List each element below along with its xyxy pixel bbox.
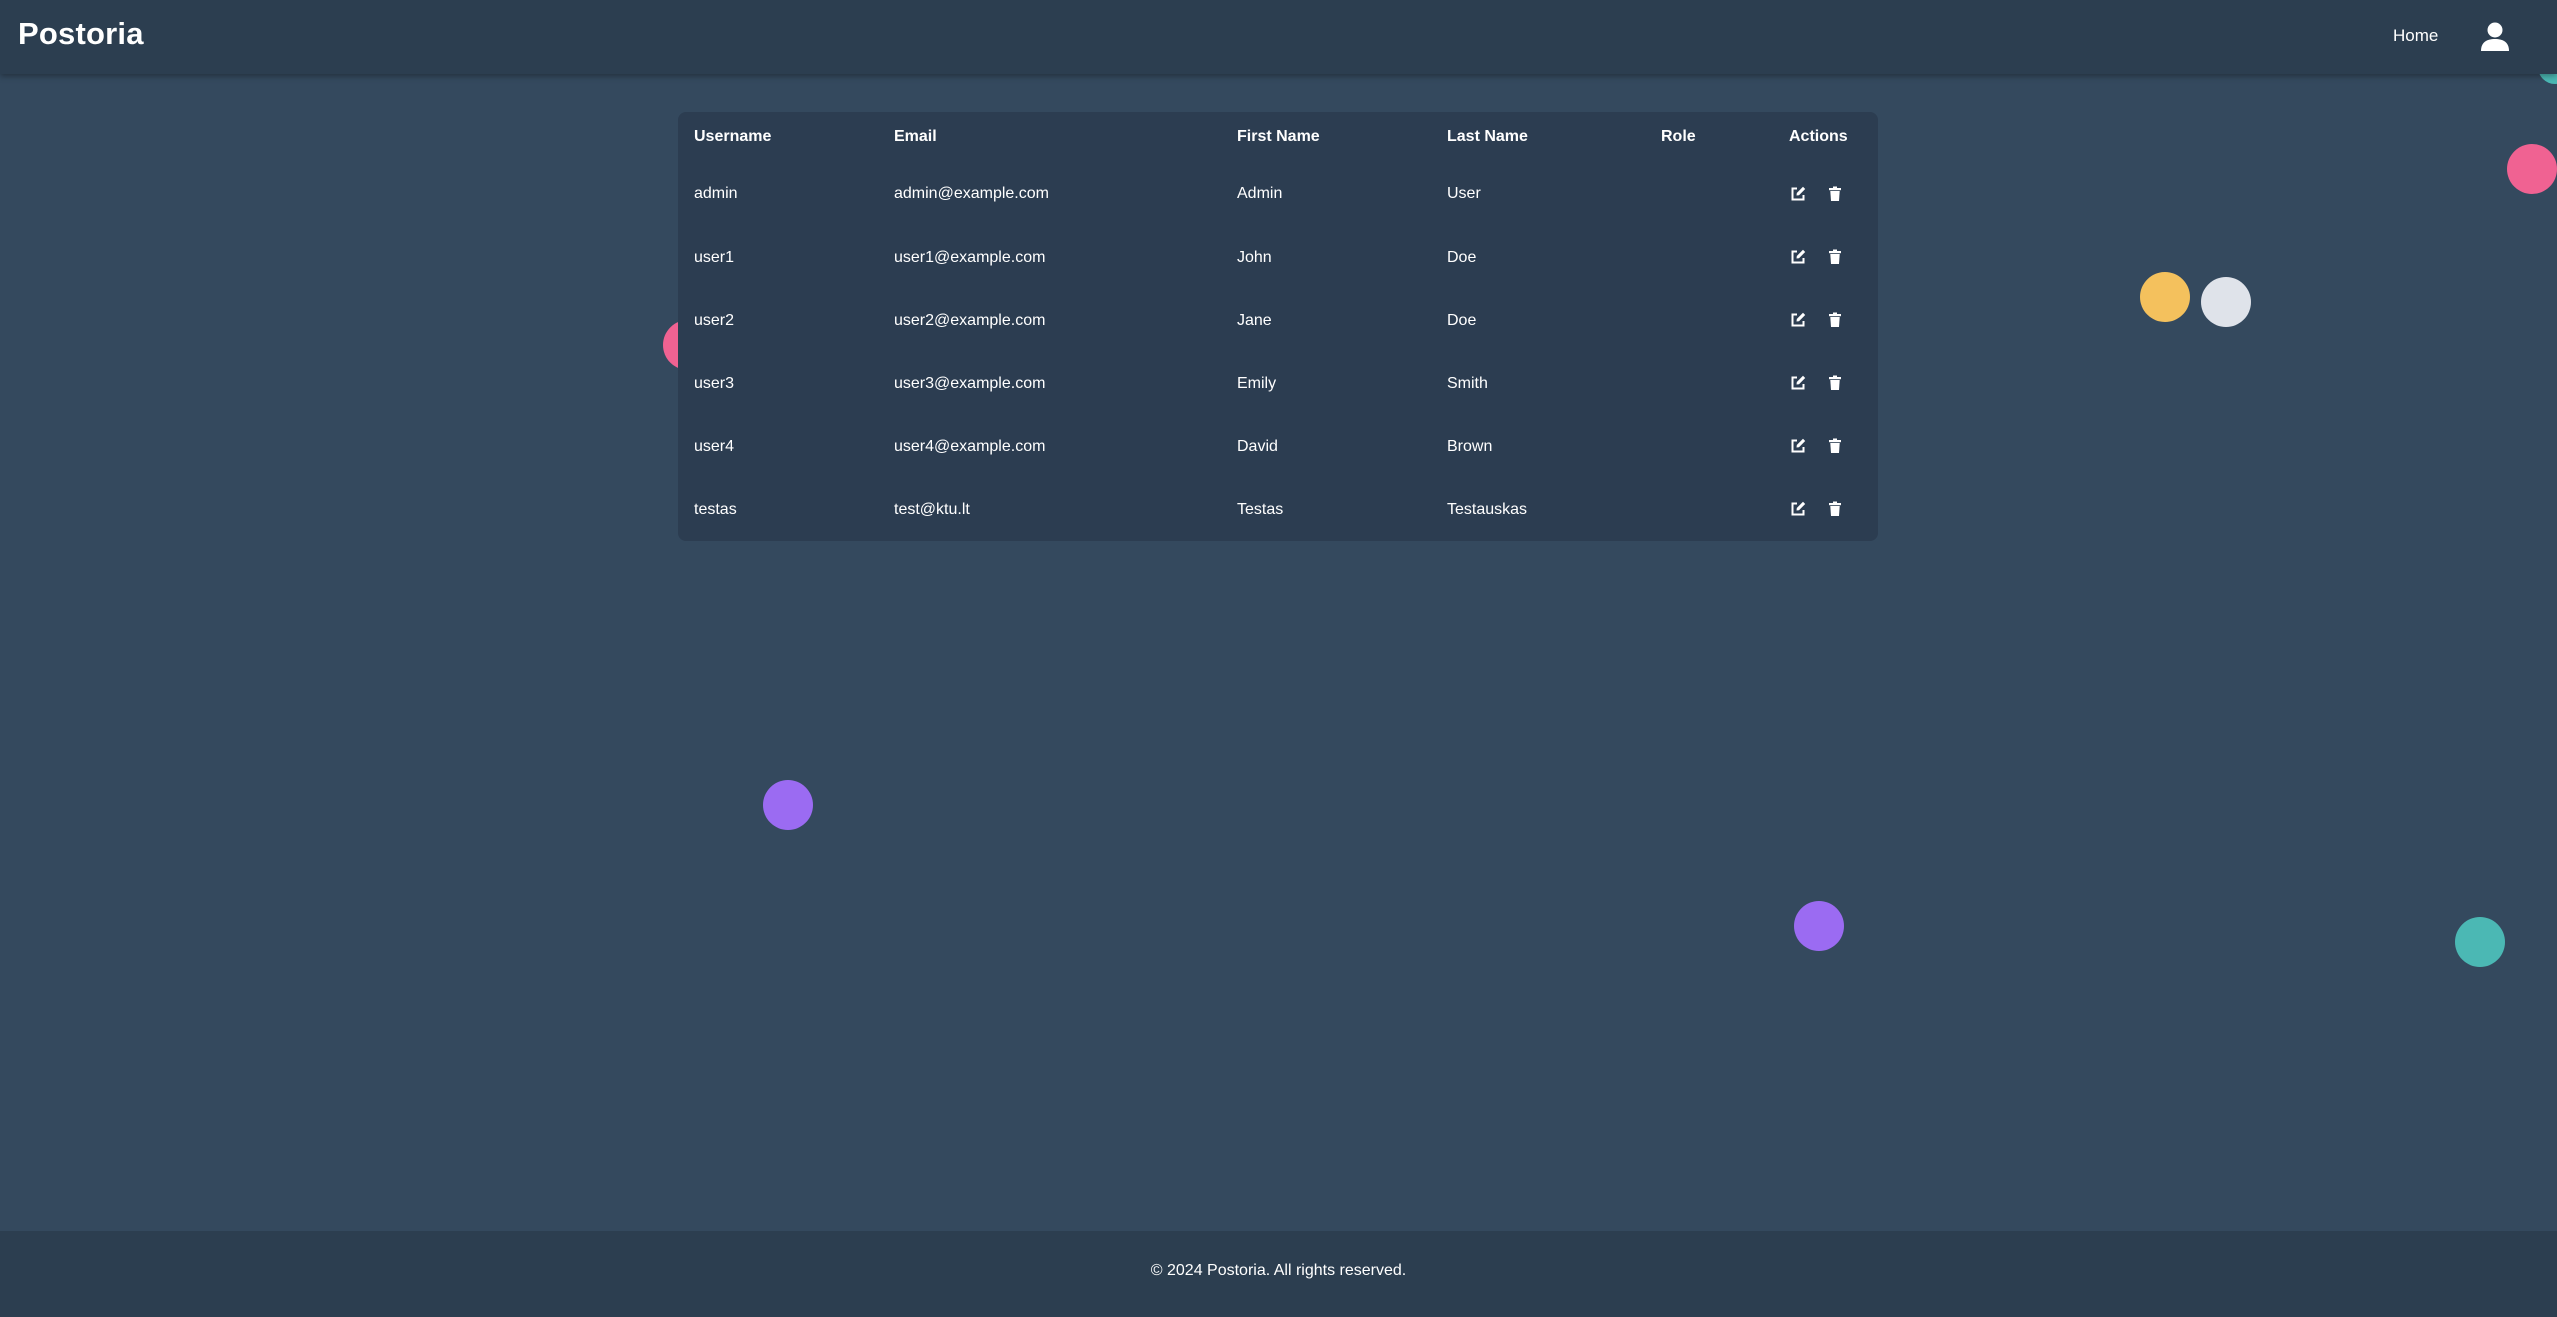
decorative-bubble — [2455, 917, 2505, 967]
cell-last-name: Smith — [1447, 374, 1488, 392]
cell-last-name: Doe — [1447, 311, 1477, 329]
page-footer: © 2024 Postoria. All rights reserved. — [0, 1231, 2557, 1317]
edit-button[interactable] — [1789, 311, 1807, 329]
cell-email: user2@example.com — [894, 311, 1046, 329]
brand-logo[interactable]: Postoria — [18, 16, 144, 52]
column-header-email: Email — [894, 128, 937, 145]
cell-email: test@ktu.lt — [894, 500, 970, 518]
edit-button[interactable] — [1789, 185, 1807, 203]
user-icon — [2481, 22, 2509, 51]
cell-last-name: User — [1447, 185, 1481, 202]
decorative-bubble — [2507, 144, 2557, 194]
cell-email: user1@example.com — [894, 248, 1046, 266]
edit-button[interactable] — [1789, 374, 1807, 392]
decorative-bubble — [2140, 272, 2190, 322]
cell-username: user1 — [694, 248, 735, 266]
column-header-role: Role — [1661, 128, 1696, 145]
cell-role — [1645, 226, 1773, 289]
decorative-bubble — [763, 780, 813, 830]
edit-button[interactable] — [1789, 500, 1807, 518]
cell-last-name: Testauskas — [1447, 500, 1528, 518]
edit-icon — [1791, 186, 1806, 201]
cell-role — [1645, 415, 1773, 478]
table-row: user3 user3@example.com Emily Smith — [678, 352, 1878, 415]
footer-copyright: © 2024 Postoria. All rights reserved. — [1150, 1262, 1407, 1279]
cell-actions — [1773, 226, 1878, 289]
users-table: Username Email First Name Last Name Role… — [678, 112, 1878, 541]
column-header-username: Username — [694, 128, 772, 145]
cell-role — [1645, 162, 1773, 226]
trash-icon — [1829, 501, 1842, 517]
cell-username: admin — [694, 185, 738, 202]
decorative-bubble — [1794, 901, 1844, 951]
cell-first-name: John — [1237, 248, 1272, 266]
table-row: user1 user1@example.com John Doe — [678, 226, 1878, 289]
cell-role — [1645, 478, 1773, 541]
trash-icon — [1829, 375, 1842, 391]
user-menu-button[interactable] — [2478, 20, 2512, 54]
column-header-first-name: First Name — [1237, 128, 1320, 145]
trash-icon — [1829, 186, 1842, 201]
delete-button[interactable] — [1826, 185, 1844, 203]
users-table-card: Username Email First Name Last Name Role… — [678, 112, 1878, 541]
column-header-actions: Actions — [1789, 128, 1848, 145]
cell-actions — [1773, 415, 1878, 478]
cell-actions — [1773, 478, 1878, 541]
cell-email: user3@example.com — [894, 374, 1046, 392]
table-row: testas test@ktu.lt Testas Testauskas — [678, 478, 1878, 541]
trash-icon — [1829, 249, 1842, 265]
edit-icon — [1791, 250, 1806, 264]
cell-username: testas — [694, 500, 737, 518]
table-row: admin admin@example.com Admin User — [678, 162, 1878, 226]
cell-actions — [1773, 289, 1878, 352]
cell-last-name: Brown — [1447, 437, 1493, 455]
cell-email: admin@example.com — [894, 185, 1049, 202]
delete-button[interactable] — [1826, 374, 1844, 392]
cell-first-name: David — [1237, 437, 1278, 455]
cell-username: user2 — [694, 311, 735, 329]
top-navbar: Postoria Home — [0, 0, 2557, 74]
delete-button[interactable] — [1826, 311, 1844, 329]
delete-button[interactable] — [1826, 437, 1844, 455]
cell-actions — [1773, 352, 1878, 415]
edit-icon — [1791, 439, 1806, 453]
edit-icon — [1791, 376, 1806, 390]
cell-first-name: Admin — [1237, 185, 1283, 202]
decorative-bubble — [2201, 277, 2251, 327]
edit-icon — [1791, 502, 1806, 516]
edit-button[interactable] — [1789, 437, 1807, 455]
column-header-last-name: Last Name — [1447, 128, 1528, 145]
cell-email: user4@example.com — [894, 437, 1046, 455]
cell-first-name: Testas — [1237, 500, 1284, 518]
delete-button[interactable] — [1826, 248, 1844, 266]
table-row: user4 user4@example.com David Brown — [678, 415, 1878, 478]
nav-link-home[interactable]: Home — [2393, 26, 2438, 46]
cell-username: user3 — [694, 374, 735, 392]
cell-actions — [1773, 162, 1878, 226]
trash-icon — [1829, 438, 1842, 454]
cell-role — [1645, 289, 1773, 352]
cell-username: user4 — [694, 437, 735, 455]
delete-button[interactable] — [1826, 500, 1844, 518]
cell-role — [1645, 352, 1773, 415]
table-header-row: Username Email First Name Last Name Role… — [678, 112, 1878, 162]
cell-first-name: Jane — [1237, 311, 1272, 329]
cell-first-name: Emily — [1237, 374, 1277, 392]
edit-icon — [1791, 313, 1806, 327]
trash-icon — [1829, 312, 1842, 328]
cell-last-name: Doe — [1447, 248, 1477, 266]
table-row: user2 user2@example.com Jane Doe — [678, 289, 1878, 352]
edit-button[interactable] — [1789, 248, 1807, 266]
